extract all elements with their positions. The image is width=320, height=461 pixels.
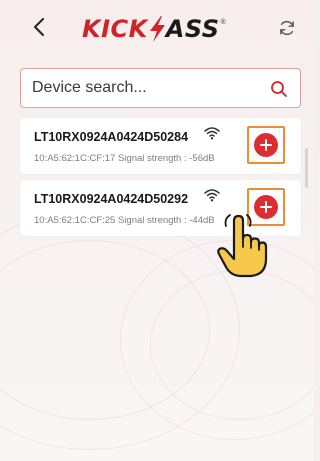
top-bar: KICK ASS ®: [0, 0, 314, 56]
refresh-icon: [280, 20, 294, 36]
search-icon[interactable]: [270, 80, 288, 98]
refresh-button[interactable]: [272, 13, 302, 43]
scrollbar[interactable]: [305, 148, 308, 188]
device-detail: 10:A5:62:1C:CF:25 Signal strength : -44d…: [34, 215, 215, 226]
lightning-bolt-icon: [149, 16, 165, 42]
logo-text-kick: KICK: [82, 15, 148, 43]
add-device-button[interactable]: [247, 126, 285, 164]
kickass-logo: KICK ASS ®: [82, 13, 240, 45]
registered-mark: ®: [220, 19, 226, 26]
chevron-left-icon: [34, 18, 44, 36]
back-button[interactable]: [24, 10, 54, 44]
wifi-icon: [204, 189, 220, 202]
device-search-input[interactable]: [32, 79, 257, 97]
wifi-icon: [204, 127, 220, 140]
device-name: LT10RX0924A0424D50292: [34, 192, 189, 206]
pointing-hand-icon: [217, 214, 268, 278]
add-icon: [254, 133, 278, 157]
device-card: LT10RX0924A0424D50284 10:A5:62:1C:CF:17 …: [20, 118, 301, 174]
logo-text-ass: ASS: [165, 15, 220, 43]
device-list-screen: KICK ASS ® LT10RX0924A0424D50284: [0, 0, 314, 461]
device-name: LT10RX0924A0424D50284: [34, 130, 189, 144]
device-detail: 10:A5:62:1C:CF:17 Signal strength : -56d…: [34, 153, 215, 164]
device-search-box: [20, 68, 301, 108]
